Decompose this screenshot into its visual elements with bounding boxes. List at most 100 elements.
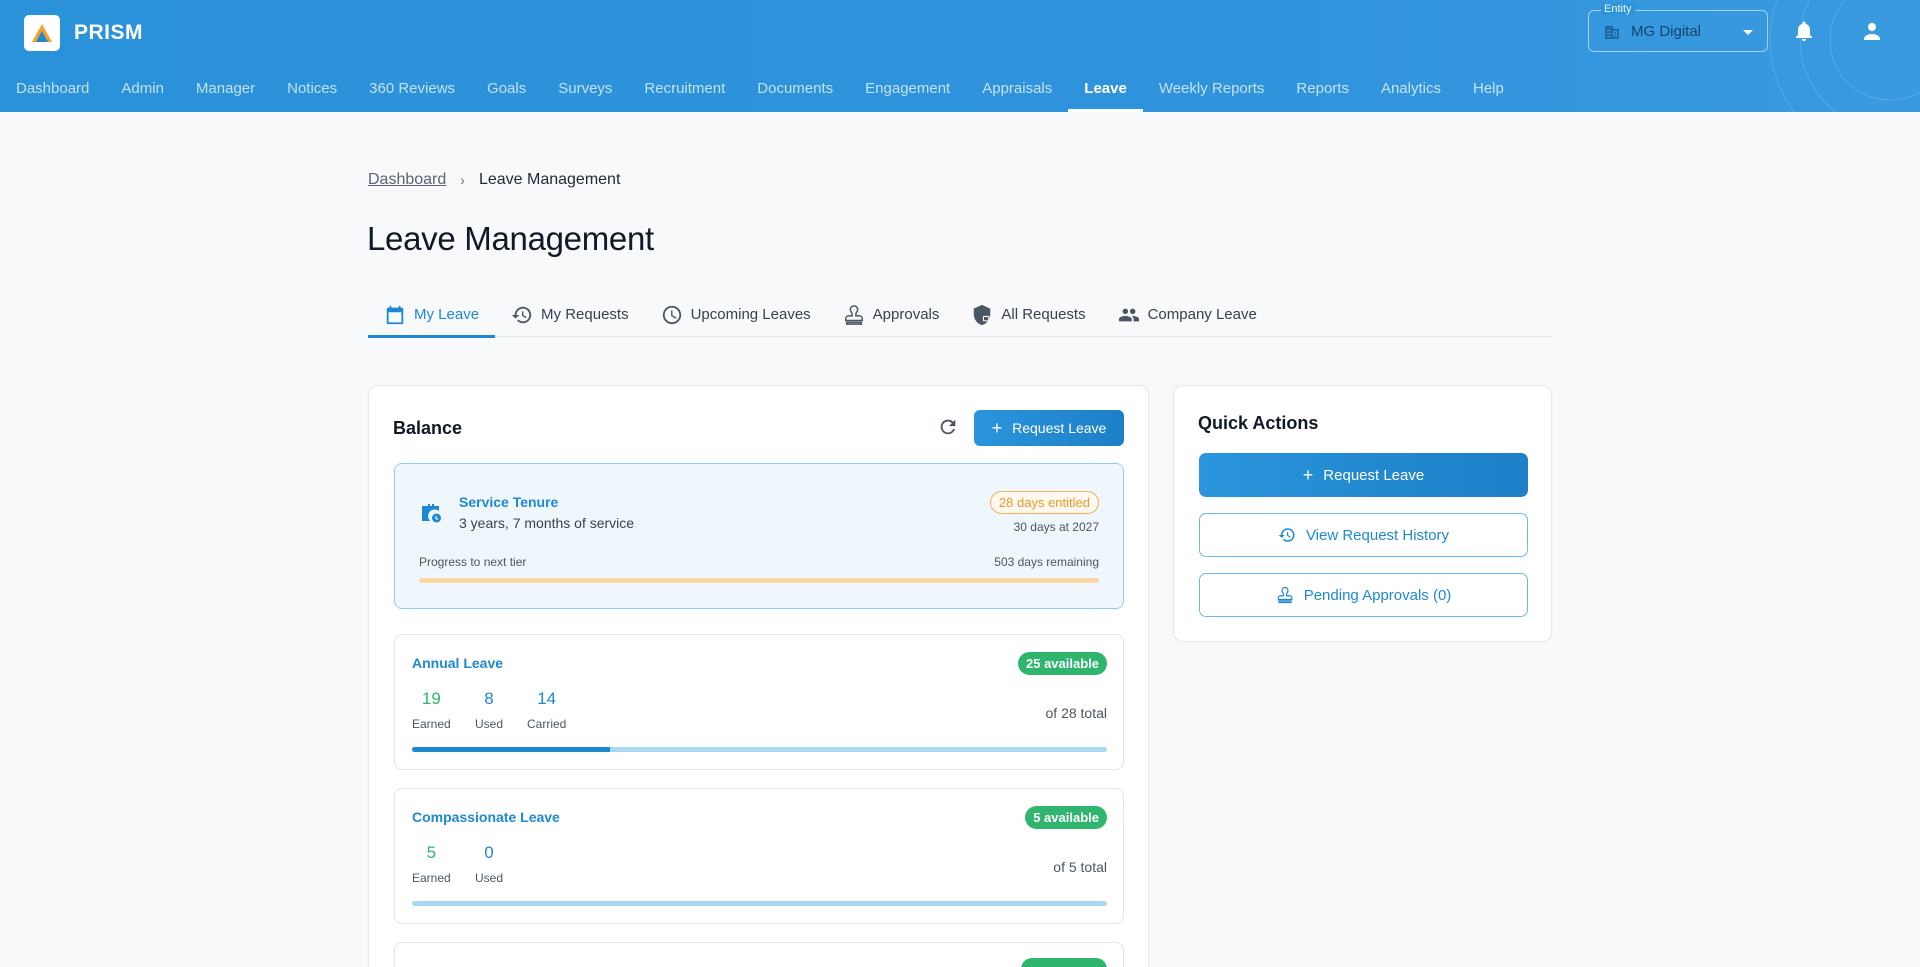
nav-documents[interactable]: Documents	[741, 64, 849, 112]
stamp-icon	[1277, 586, 1293, 604]
app-name: PRISM	[74, 21, 144, 44]
top-bar: PRISM Entity MG Digital Dashboard Admin …	[0, 0, 1920, 112]
history-icon	[511, 306, 532, 323]
leave-panel-partial	[394, 942, 1124, 967]
view-request-history-label: View Request History	[1305, 526, 1450, 544]
earned-label: Earned	[412, 717, 451, 731]
tab-upcoming-leaves[interactable]: Upcoming Leaves	[645, 292, 827, 337]
nav-surveys[interactable]: Surveys	[542, 64, 628, 112]
used-label: Used	[475, 871, 504, 885]
request-leave-button[interactable]: + Request Leave	[974, 410, 1124, 446]
entity-value: MG Digital	[1631, 23, 1702, 40]
used-stat: 0 Used	[475, 843, 503, 885]
entitled-badge: 28 days entitled	[989, 491, 1099, 514]
leave-total: of 28 total	[1045, 705, 1108, 721]
history-icon	[1278, 528, 1295, 542]
tab-label: Upcoming Leaves	[690, 306, 811, 323]
breadcrumb: Dashboard › Leave Management	[368, 171, 620, 189]
compassionate-leave-panel: Compassionate Leave 5 available 5 Earned…	[394, 788, 1124, 924]
tab-company-leave[interactable]: Company Leave	[1102, 292, 1273, 337]
stamp-icon	[844, 304, 863, 325]
leave-type-title: Compassionate Leave	[412, 809, 560, 825]
carried-stat: 14 Carried	[527, 689, 566, 731]
carried-value: 14	[537, 689, 557, 708]
entity-label: Entity	[1601, 3, 1635, 15]
plus-icon: +	[1302, 465, 1314, 485]
nav-analytics[interactable]: Analytics	[1365, 64, 1457, 112]
tab-label: Approvals	[872, 306, 940, 323]
request-leave-label: Request Leave	[1012, 420, 1107, 436]
chevron-down-icon	[1743, 30, 1753, 35]
quick-request-leave-label: Request Leave	[1323, 466, 1425, 484]
refresh-icon[interactable]	[937, 416, 959, 438]
chevron-right-icon: ›	[460, 172, 465, 188]
tenure-service: 3 years, 7 months of service	[459, 515, 635, 531]
leave-usage-fill	[412, 747, 611, 752]
leave-usage-bar	[412, 747, 1107, 752]
nav-appraisals[interactable]: Appraisals	[966, 64, 1068, 112]
logo-icon	[24, 15, 60, 51]
view-request-history-button[interactable]: View Request History	[1199, 513, 1528, 557]
calendar-icon	[386, 305, 404, 324]
shield-lock-icon	[974, 304, 991, 325]
leave-tabs: My Leave My Requests Upcoming Leaves App…	[368, 292, 1552, 338]
used-value: 0	[484, 843, 494, 862]
tier-progress-label: Progress to next tier	[419, 555, 527, 569]
nav-reports[interactable]: Reports	[1280, 64, 1365, 112]
tab-approvals[interactable]: Approvals	[827, 292, 956, 337]
earned-value: 19	[421, 689, 441, 708]
quick-request-leave-button[interactable]: + Request Leave	[1199, 453, 1528, 497]
annual-leave-panel: Annual Leave 25 available 19 Earned 8 Us…	[394, 634, 1124, 770]
pending-approvals-button[interactable]: Pending Approvals (0)	[1199, 573, 1528, 617]
nav-weekly-reports[interactable]: Weekly Reports	[1143, 64, 1281, 112]
tab-label: All Requests	[1001, 306, 1086, 323]
tab-my-leave[interactable]: My Leave	[368, 292, 496, 338]
tab-all-requests[interactable]: All Requests	[955, 292, 1101, 337]
entity-select[interactable]: Entity MG Digital	[1588, 3, 1768, 52]
nav-recruitment[interactable]: Recruitment	[628, 64, 741, 112]
nav-dashboard[interactable]: Dashboard	[0, 64, 105, 112]
leave-type-title: Annual Leave	[412, 655, 504, 671]
service-tenure-panel: Service Tenure 3 years, 7 months of serv…	[394, 463, 1124, 609]
tier-progress-bar	[419, 578, 1099, 583]
tab-label: Company Leave	[1147, 306, 1257, 323]
used-stat: 8 Used	[475, 689, 503, 731]
tenure-title: Service Tenure	[459, 494, 559, 510]
main-nav: Dashboard Admin Manager Notices 360 Revi…	[0, 64, 1520, 112]
nav-notices[interactable]: Notices	[271, 64, 353, 112]
available-badge: 25 available	[1018, 652, 1107, 675]
user-account-icon[interactable]	[1860, 19, 1884, 43]
available-badge: 5 available	[1025, 806, 1107, 829]
balance-card: Balance + Request Leave Service Tenure 3…	[368, 385, 1149, 967]
nav-leave[interactable]: Leave	[1068, 64, 1143, 112]
tab-label: My Requests	[541, 306, 629, 323]
earned-stat: 19 Earned	[412, 689, 451, 731]
people-icon	[1118, 308, 1139, 321]
nav-360-reviews[interactable]: 360 Reviews	[353, 64, 471, 112]
used-value: 8	[484, 689, 494, 708]
pending-approvals-label: Pending Approvals (0)	[1303, 586, 1452, 604]
briefcase-clock-icon	[422, 504, 441, 523]
nav-engagement[interactable]: Engagement	[849, 64, 966, 112]
earned-stat: 5 Earned	[412, 843, 451, 885]
nav-admin[interactable]: Admin	[105, 64, 180, 112]
plus-icon: +	[991, 418, 1003, 438]
leave-usage-bar	[412, 901, 1107, 906]
balance-title: Balance	[393, 418, 463, 438]
clock-icon	[662, 305, 681, 324]
nav-goals[interactable]: Goals	[471, 64, 542, 112]
breadcrumb-current: Leave Management	[478, 171, 621, 188]
notifications-bell-icon[interactable]	[1792, 19, 1816, 43]
earned-label: Earned	[412, 871, 451, 885]
breadcrumb-dashboard-link[interactable]: Dashboard	[368, 171, 446, 189]
brand[interactable]: PRISM	[24, 15, 143, 51]
quick-actions-title: Quick Actions	[1198, 413, 1319, 433]
quick-actions-card: Quick Actions + Request Leave View Reque…	[1173, 385, 1552, 642]
next-tier-text: 30 days at 2027	[1013, 520, 1099, 534]
page-title: Leave Management	[367, 220, 654, 257]
available-badge	[1021, 958, 1107, 967]
leave-total: of 5 total	[1053, 859, 1107, 875]
nav-help[interactable]: Help	[1457, 64, 1520, 112]
tab-my-requests[interactable]: My Requests	[495, 292, 645, 337]
nav-manager[interactable]: Manager	[180, 64, 271, 112]
